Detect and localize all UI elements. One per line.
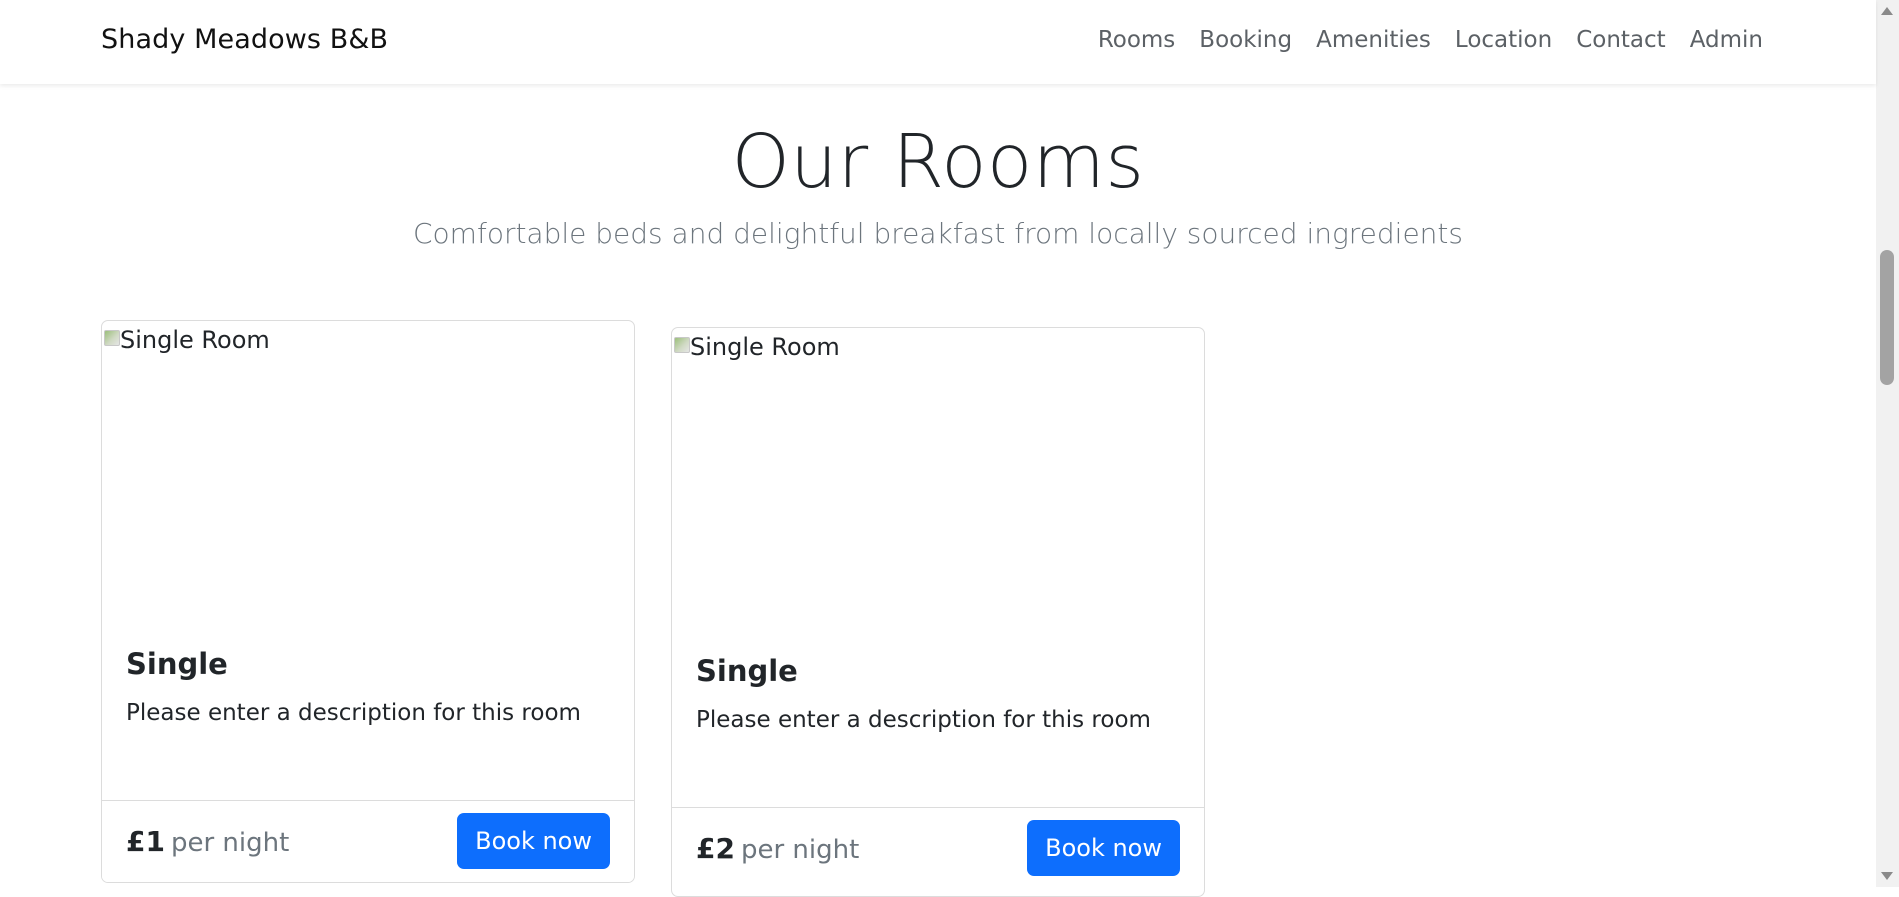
nav-link-amenities[interactable]: Amenities <box>1304 27 1443 53</box>
room-image-alt: Single Room <box>690 333 840 361</box>
room-card-footer: £1 per night Book now <box>102 800 634 882</box>
nav-link-booking[interactable]: Booking <box>1187 27 1304 53</box>
book-now-button[interactable]: Book now <box>1027 820 1180 876</box>
brand-logo-link[interactable]: Shady Meadows B&B <box>101 24 388 55</box>
nav-link-rooms[interactable]: Rooms <box>1086 27 1187 53</box>
room-image: Single Room <box>672 328 1204 628</box>
broken-image-icon <box>674 337 690 353</box>
navbar: Shady Meadows B&B Rooms Booking Amenitie… <box>0 0 1876 84</box>
vertical-scrollbar[interactable] <box>1876 0 1899 887</box>
price-amount: £2 <box>696 832 735 865</box>
book-now-button[interactable]: Book now <box>457 813 610 869</box>
room-description: Please enter a description for this room <box>696 707 1151 733</box>
room-card-body: Single Please enter a description for th… <box>126 645 610 729</box>
room-card-1: Single Room Single Please enter a descri… <box>101 320 635 883</box>
room-name: Single <box>126 647 228 681</box>
price-amount: £1 <box>126 825 165 858</box>
scroll-up-arrow-icon[interactable] <box>1881 7 1893 15</box>
nav-link-location[interactable]: Location <box>1443 27 1564 53</box>
nav-link-admin[interactable]: Admin <box>1678 27 1763 53</box>
scrollbar-thumb[interactable] <box>1880 250 1894 385</box>
section-subtitle: Comfortable beds and delightful breakfas… <box>413 217 1463 250</box>
room-price: £2 per night <box>696 832 859 865</box>
room-description: Please enter a description for this room <box>126 700 581 726</box>
room-card-2: Single Room Single Please enter a descri… <box>671 327 1205 897</box>
room-price: £1 per night <box>126 825 289 858</box>
room-card-footer: £2 per night Book now <box>672 807 1204 889</box>
room-card-body: Single Please enter a description for th… <box>696 652 1180 736</box>
section-title: Our Rooms <box>731 119 1145 205</box>
nav-links: Rooms Booking Amenities Location Contact… <box>1086 27 1763 53</box>
nav-link-contact[interactable]: Contact <box>1564 27 1677 53</box>
room-name: Single <box>696 654 798 688</box>
price-per-night: per night <box>740 835 860 865</box>
room-image: Single Room <box>102 321 634 621</box>
broken-image-icon <box>104 330 120 346</box>
price-per-night: per night <box>170 828 290 858</box>
scroll-down-arrow-icon[interactable] <box>1881 872 1893 880</box>
room-image-alt: Single Room <box>120 326 270 354</box>
